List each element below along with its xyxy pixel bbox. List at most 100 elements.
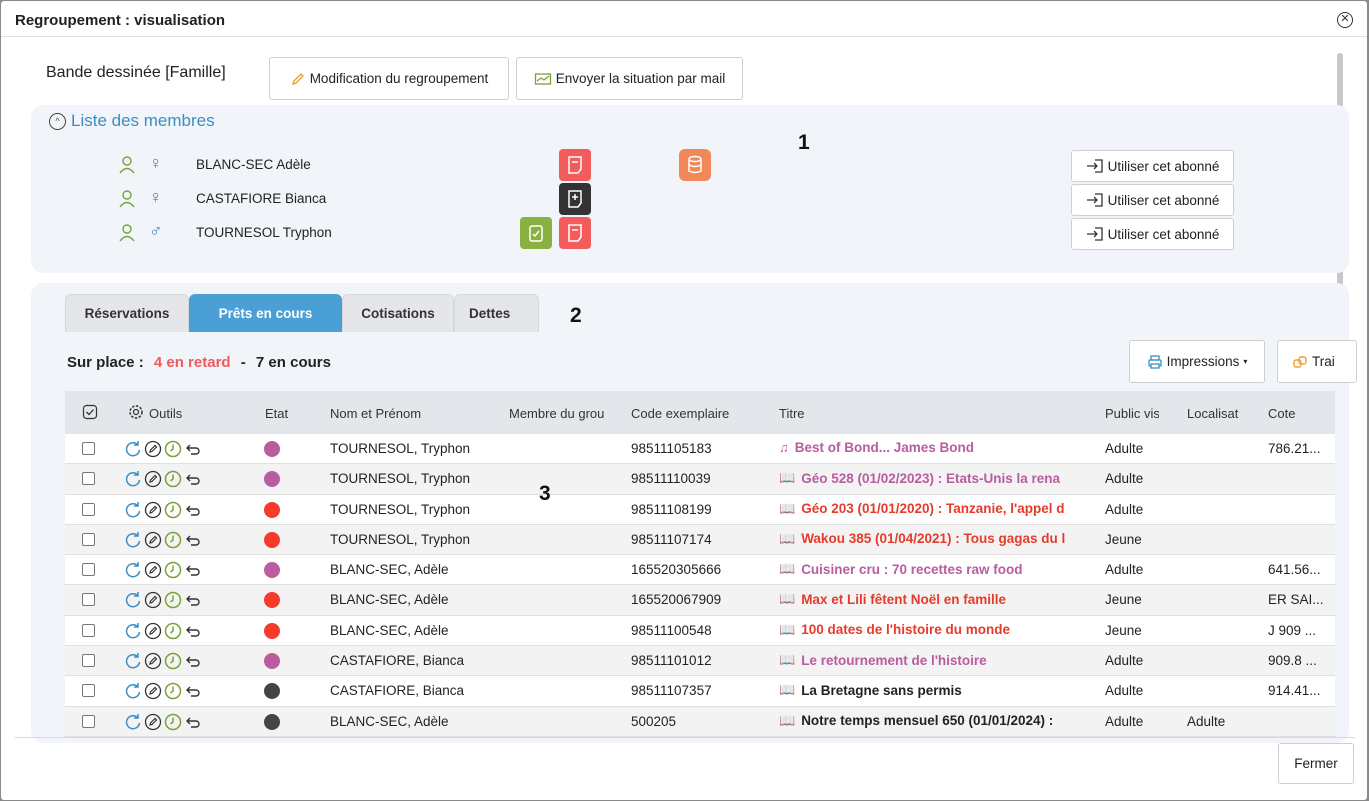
row-checkbox[interactable] [82,472,95,486]
row-checkbox[interactable] [82,654,95,668]
row-checkbox[interactable] [82,532,95,546]
edit-icon[interactable] [144,440,162,458]
renew-icon[interactable] [124,652,142,670]
tab-debts[interactable]: Dettes [454,294,539,332]
clock-icon[interactable] [164,440,182,458]
process-button[interactable]: Trai [1277,340,1357,383]
table-row[interactable]: BLANC-SEC, Adèle 165520305666 📖 Cuisiner… [65,555,1335,586]
use-subscriber-button[interactable]: Utiliser cet abonné [1071,184,1234,216]
tab-current-loans[interactable]: Prêts en cours [189,294,342,332]
row-title[interactable]: 📖 Le retournement de l'histoire [779,652,1077,668]
table-row[interactable]: BLANC-SEC, Adèle 98511100548 📖 100 dates… [65,615,1335,647]
loan-overdue-badge[interactable] [559,217,591,249]
gear-icon[interactable] [128,404,144,420]
edit-icon[interactable] [144,682,162,700]
table-row[interactable]: TOURNESOL, Tryphon 98511107174 📖 Wakou 3… [65,524,1335,556]
clock-icon[interactable] [164,591,182,609]
row-checkbox[interactable] [82,502,95,516]
renew-icon[interactable] [124,440,142,458]
row-checkbox[interactable] [82,563,95,577]
select-all-icon[interactable] [82,404,98,420]
return-icon[interactable] [184,561,202,579]
renew-icon[interactable] [124,501,142,519]
modify-group-button[interactable]: Modification du regroupement [269,57,509,100]
table-row[interactable]: CASTAFIORE, Bianca 98511101012 📖 Le reto… [65,646,1335,677]
renew-icon[interactable] [124,682,142,700]
edit-icon[interactable] [144,531,162,549]
return-icon[interactable] [184,652,202,670]
renew-icon[interactable] [124,470,142,488]
table-row[interactable]: CASTAFIORE, Bianca 98511107357 📖 La Bret… [65,676,1335,707]
clipboard-check-icon [529,225,543,242]
renew-icon[interactable] [124,591,142,609]
row-checkbox[interactable] [82,714,95,728]
table-row[interactable]: TOURNESOL, Tryphon 98511108199 📖 Géo 203… [65,494,1335,525]
tab-subscriptions[interactable]: Cotisations [342,294,454,332]
clock-icon[interactable] [164,652,182,670]
table-row[interactable]: BLANC-SEC, Adèle 165520067909 📖 Max et L… [65,585,1335,616]
row-title[interactable]: 📖 Wakou 385 (01/04/2021) : Tous gagas du… [779,531,1077,547]
use-subscriber-button[interactable]: Utiliser cet abonné [1071,150,1234,182]
table-row[interactable]: BLANC-SEC, Adèle 500205 📖 Notre temps me… [65,706,1335,737]
member-row: ♀ BLANC-SEC Adèle Utiliser cet abonné [119,149,1279,182]
return-icon[interactable] [184,682,202,700]
members-toggle[interactable]: ^ Liste des membres [49,111,215,131]
return-icon[interactable] [184,622,202,640]
renew-icon[interactable] [124,531,142,549]
row-title[interactable]: 📖 100 dates de l'histoire du monde [779,622,1077,638]
send-mail-button[interactable]: Envoyer la situation par mail [516,57,743,100]
renew-icon[interactable] [124,622,142,640]
return-icon[interactable] [184,501,202,519]
loan-summary: Sur place : 4 en retard - 7 en cours [67,354,331,371]
row-tools [124,652,202,670]
edit-icon[interactable] [144,713,162,731]
row-title[interactable]: 📖 Géo 203 (01/01/2020) : Tanzanie, l'app… [779,501,1077,517]
row-title[interactable]: ♫ Best of Bond... James Bond [779,440,1077,455]
close-button[interactable]: Fermer [1278,743,1354,784]
row-title[interactable]: 📖 Géo 528 (01/02/2023) : Etats-Unis la r… [779,470,1077,486]
return-icon[interactable] [184,591,202,609]
row-barcode: 165520067909 [631,592,722,608]
use-subscriber-button[interactable]: Utiliser cet abonné [1071,218,1234,250]
row-name: BLANC-SEC, Adèle [330,622,449,638]
subscription-badge[interactable] [520,217,552,249]
edit-icon[interactable] [144,470,162,488]
return-icon[interactable] [184,470,202,488]
clock-icon[interactable] [164,470,182,488]
row-checkbox[interactable] [82,593,95,607]
renew-icon[interactable] [124,713,142,731]
clock-icon[interactable] [164,561,182,579]
loan-badge[interactable] [559,183,591,215]
edit-icon[interactable] [144,652,162,670]
clock-icon[interactable] [164,501,182,519]
return-icon[interactable] [184,531,202,549]
row-title[interactable]: 📖 Max et Lili fêtent Noël en famille [779,591,1077,607]
edit-icon[interactable] [144,501,162,519]
clock-icon[interactable] [164,713,182,731]
dialog-title: Regroupement : visualisation [15,12,226,29]
modify-group-label: Modification du regroupement [309,71,489,86]
edit-icon[interactable] [144,561,162,579]
row-checkbox[interactable] [82,623,95,637]
row-public: Adulte [1105,683,1144,699]
table-row[interactable]: TOURNESOL, Tryphon 98511105183 ♫ Best of… [65,434,1335,465]
return-icon[interactable] [184,713,202,731]
clock-icon[interactable] [164,682,182,700]
edit-icon[interactable] [144,622,162,640]
clock-icon[interactable] [164,622,182,640]
row-checkbox[interactable] [82,684,95,698]
row-title[interactable]: 📖 Cuisiner cru : 70 recettes raw food [779,561,1077,577]
edit-icon[interactable] [144,591,162,609]
database-badge[interactable] [679,149,711,181]
row-title[interactable]: 📖 Notre temps mensuel 650 (01/01/2024) : [779,713,1077,729]
loan-overdue-badge[interactable] [559,149,591,181]
print-button[interactable]: Impressions ▾ [1129,340,1265,383]
renew-icon[interactable] [124,561,142,579]
row-title[interactable]: 📖 La Bretagne sans permis [779,682,1077,698]
clock-icon[interactable] [164,531,182,549]
table-row[interactable]: TOURNESOL, Tryphon 98511110039 📖 Géo 528… [65,464,1335,495]
row-checkbox[interactable] [82,442,95,455]
tab-reservations[interactable]: Réservations [65,294,189,332]
return-icon[interactable] [184,440,202,458]
close-icon[interactable]: ✕ [1337,12,1353,28]
